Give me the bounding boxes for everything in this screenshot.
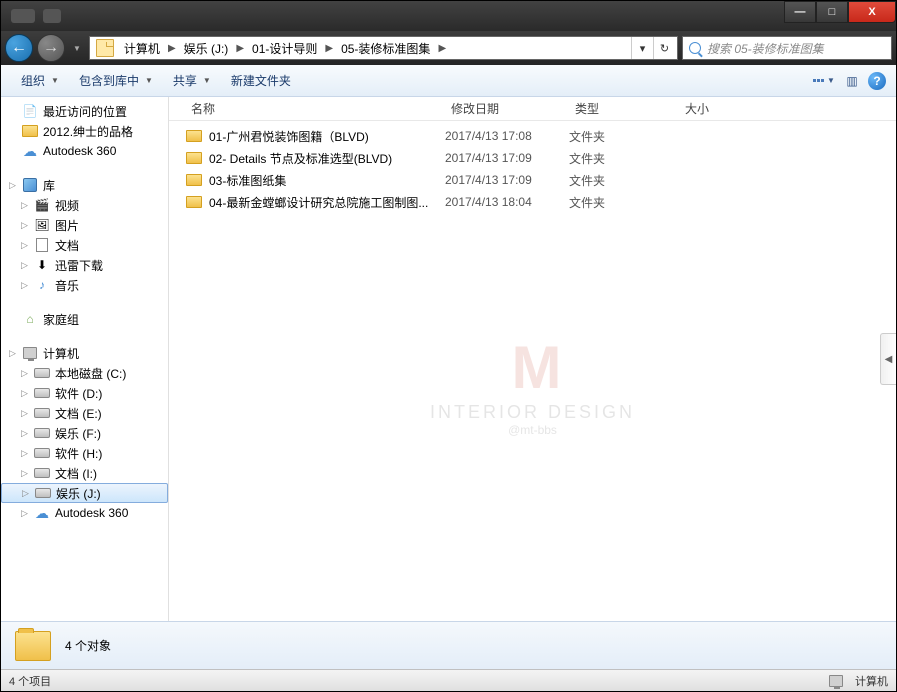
view-options-button[interactable]: ▼ xyxy=(812,69,836,93)
maximize-button[interactable]: □ xyxy=(816,1,848,23)
include-library-button[interactable]: 包含到库中▼ xyxy=(69,68,163,93)
breadcrumb[interactable]: 计算机 xyxy=(118,40,166,57)
history-dropdown[interactable]: ▼ xyxy=(69,44,85,53)
file-date: 2017/4/13 17:09 xyxy=(445,173,569,187)
tree-music[interactable]: ▷♪音乐 xyxy=(1,275,168,295)
search-placeholder: 搜索 05-装修标准图集 xyxy=(707,40,824,57)
folder-icon xyxy=(96,39,114,57)
file-row[interactable]: 02- Details 节点及标准选型(BLVD) 2017/4/13 17:0… xyxy=(169,147,896,169)
breadcrumb[interactable]: 05-装修标准图集 xyxy=(335,40,436,57)
tree-autodesk[interactable]: ☁Autodesk 360 xyxy=(1,141,168,161)
minimize-button[interactable]: — xyxy=(784,1,816,23)
forward-button[interactable]: → xyxy=(37,34,65,62)
organize-button[interactable]: 组织▼ xyxy=(11,68,69,93)
status-items: 4 个项目 xyxy=(9,673,51,689)
refresh-button[interactable]: ↻ xyxy=(653,37,675,59)
breadcrumb[interactable]: 01-设计导则 xyxy=(246,40,323,57)
file-date: 2017/4/13 17:08 xyxy=(445,129,569,143)
tree-autodesk-2[interactable]: ▷☁Autodesk 360 xyxy=(1,503,168,523)
address-bar[interactable]: 计算机▶ 娱乐 (J:)▶ 01-设计导则▶ 05-装修标准图集▶ ▾ ↻ xyxy=(89,36,678,60)
new-folder-button[interactable]: 新建文件夹 xyxy=(221,68,301,93)
tree-drive-i[interactable]: ▷文档 (I:) xyxy=(1,463,168,483)
file-date: 2017/4/13 18:04 xyxy=(445,195,569,209)
tree-drive-c[interactable]: ▷本地磁盘 (C:) xyxy=(1,363,168,383)
file-type: 文件夹 xyxy=(569,194,679,211)
close-button[interactable]: X xyxy=(848,1,896,23)
chevron-right-icon[interactable]: ▶ xyxy=(323,43,335,54)
file-name: 04-最新金螳螂设计研究总院施工图制图... xyxy=(209,194,428,211)
tree-library[interactable]: ▷库 xyxy=(1,175,168,195)
tree-favorite[interactable]: 2012.绅士的品格 xyxy=(1,121,168,141)
tree-drive-d[interactable]: ▷软件 (D:) xyxy=(1,383,168,403)
content-pane: 名称 修改日期 类型 大小 01-广州君悦装饰图籍（BLVD) 2017/4/1… xyxy=(169,97,896,621)
column-type[interactable]: 类型 xyxy=(569,100,679,117)
tree-drive-h[interactable]: ▷软件 (H:) xyxy=(1,443,168,463)
tree-xunlei[interactable]: ▷⬇迅雷下载 xyxy=(1,255,168,275)
titlebar[interactable]: — □ X xyxy=(1,1,896,31)
address-dropdown[interactable]: ▾ xyxy=(631,37,653,59)
folder-icon xyxy=(15,631,51,661)
tree-video[interactable]: ▷🎬视频 xyxy=(1,195,168,215)
status-computer: 计算机 xyxy=(855,673,888,689)
column-name[interactable]: 名称 xyxy=(185,100,445,117)
details-count: 4 个对象 xyxy=(65,637,111,654)
explorer-window: — □ X ← → ▼ 计算机▶ 娱乐 (J:)▶ 01-设计导则▶ 05-装修… xyxy=(0,0,897,692)
details-pane: 4 个对象 xyxy=(1,621,896,669)
tree-homegroup[interactable]: ⌂家庭组 xyxy=(1,309,168,329)
file-name: 01-广州君悦装饰图籍（BLVD) xyxy=(209,128,369,145)
search-icon xyxy=(689,42,701,54)
file-row[interactable]: 04-最新金螳螂设计研究总院施工图制图... 2017/4/13 18:04 文… xyxy=(169,191,896,213)
chevron-right-icon[interactable]: ▶ xyxy=(436,43,448,54)
title-blur xyxy=(43,9,61,23)
file-type: 文件夹 xyxy=(569,172,679,189)
share-button[interactable]: 共享▼ xyxy=(163,68,221,93)
file-date: 2017/4/13 17:09 xyxy=(445,151,569,165)
tree-drive-f[interactable]: ▷娱乐 (F:) xyxy=(1,423,168,443)
tree-picture[interactable]: ▷🖼图片 xyxy=(1,215,168,235)
column-date[interactable]: 修改日期 xyxy=(445,100,569,117)
file-row[interactable]: 01-广州君悦装饰图籍（BLVD) 2017/4/13 17:08 文件夹 xyxy=(169,125,896,147)
navigation-bar: ← → ▼ 计算机▶ 娱乐 (J:)▶ 01-设计导则▶ 05-装修标准图集▶ … xyxy=(1,31,896,65)
help-button[interactable]: ? xyxy=(868,72,886,90)
command-toolbar: 组织▼ 包含到库中▼ 共享▼ 新建文件夹 ▼ ▥ ? xyxy=(1,65,896,97)
back-button[interactable]: ← xyxy=(5,34,33,62)
chevron-right-icon[interactable]: ▶ xyxy=(166,43,178,54)
title-blur xyxy=(11,9,35,23)
column-headers[interactable]: 名称 修改日期 类型 大小 xyxy=(169,97,896,121)
status-bar: 4 个项目 计算机 xyxy=(1,669,896,691)
tree-drive-e[interactable]: ▷文档 (E:) xyxy=(1,403,168,423)
preview-pane-button[interactable]: ▥ xyxy=(840,69,864,93)
breadcrumb[interactable]: 娱乐 (J:) xyxy=(178,40,235,57)
column-size[interactable]: 大小 xyxy=(679,100,759,117)
window-controls: — □ X xyxy=(784,1,896,23)
chevron-right-icon[interactable]: ▶ xyxy=(234,43,246,54)
tree-document[interactable]: ▷文档 xyxy=(1,235,168,255)
tree-drive-j[interactable]: ▷娱乐 (J:) xyxy=(1,483,168,503)
file-type: 文件夹 xyxy=(569,128,679,145)
file-type: 文件夹 xyxy=(569,150,679,167)
file-row[interactable]: 03-标准图纸集 2017/4/13 17:09 文件夹 xyxy=(169,169,896,191)
tree-recent[interactable]: 📄最近访问的位置 xyxy=(1,101,168,121)
file-list[interactable]: 01-广州君悦装饰图籍（BLVD) 2017/4/13 17:08 文件夹 02… xyxy=(169,121,896,621)
navigation-tree[interactable]: 📄最近访问的位置 2012.绅士的品格 ☁Autodesk 360 ▷库 ▷🎬视… xyxy=(1,97,169,621)
side-panel-toggle[interactable]: ◀ xyxy=(880,333,896,385)
file-name: 02- Details 节点及标准选型(BLVD) xyxy=(209,150,392,167)
file-name: 03-标准图纸集 xyxy=(209,172,286,189)
main-area: 📄最近访问的位置 2012.绅士的品格 ☁Autodesk 360 ▷库 ▷🎬视… xyxy=(1,97,896,621)
tree-computer[interactable]: ▷计算机 xyxy=(1,343,168,363)
search-input[interactable]: 搜索 05-装修标准图集 xyxy=(682,36,892,60)
